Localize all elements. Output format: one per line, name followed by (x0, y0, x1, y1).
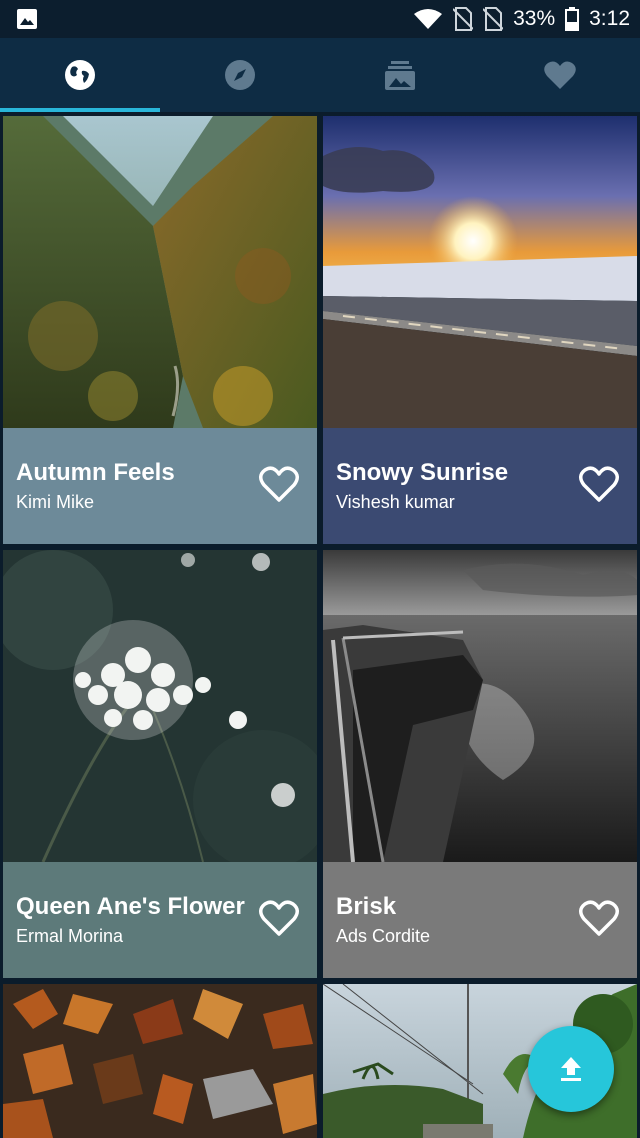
wallpaper-card[interactable] (3, 984, 317, 1138)
wallpaper-caption: Snowy Sunrise Vishesh kumar (323, 428, 637, 544)
tab-collections[interactable] (320, 38, 480, 112)
no-sim-icon (483, 7, 504, 31)
wallpaper-grid: Autumn Feels Kimi Mike Snowy Sunrise Vis… (0, 112, 640, 1138)
wallpaper-title: Autumn Feels (16, 459, 175, 486)
battery-percent: 33% (513, 7, 556, 30)
favorite-heart-icon[interactable] (577, 898, 621, 938)
wallpaper-photo[interactable] (3, 550, 317, 862)
tab-bar (0, 38, 640, 112)
wallpaper-title: Snowy Sunrise (336, 459, 509, 486)
wallpaper-card[interactable]: Brisk Ads Cordite (323, 550, 637, 978)
wallpaper-caption: Autumn Feels Kimi Mike (3, 428, 317, 544)
favorite-heart-icon[interactable] (577, 464, 621, 504)
heart-icon (544, 61, 576, 89)
wallpaper-author: Ads Cordite (336, 926, 431, 946)
wallpaper-photo[interactable] (3, 984, 317, 1138)
wallpaper-title: Queen Ane's Flower (16, 893, 245, 920)
wallpaper-title: Brisk (336, 893, 397, 920)
wallpaper-card[interactable]: Snowy Sunrise Vishesh kumar (323, 116, 637, 544)
gallery-icon (17, 9, 37, 29)
wallpaper-author: Ermal Morina (16, 926, 124, 946)
wallpaper-caption: Queen Ane's Flower Ermal Morina (3, 862, 317, 978)
collections-icon (385, 61, 415, 90)
wallpaper-card[interactable]: Queen Ane's Flower Ermal Morina (3, 550, 317, 978)
tab-discover[interactable] (160, 38, 320, 112)
compass-icon (225, 60, 255, 90)
wallpaper-author: Kimi Mike (16, 492, 95, 512)
no-sim-icon (453, 7, 474, 31)
wallpaper-photo[interactable] (323, 116, 637, 428)
clock: 3:12 (589, 7, 630, 30)
battery-icon (565, 7, 580, 31)
favorite-heart-icon[interactable] (257, 464, 301, 504)
wallpaper-photo[interactable] (3, 116, 317, 428)
upload-button[interactable] (528, 1026, 614, 1112)
wallpaper-card[interactable]: Autumn Feels Kimi Mike (3, 116, 317, 544)
upload-icon (561, 1057, 581, 1081)
tab-favorites[interactable] (480, 38, 640, 112)
status-bar: 33% 3:12 (0, 0, 640, 38)
wallpaper-photo[interactable] (323, 550, 637, 862)
wallpaper-caption: Brisk Ads Cordite (323, 862, 637, 978)
tab-explore[interactable] (0, 38, 160, 112)
globe-icon (65, 60, 95, 90)
wifi-icon (414, 9, 443, 29)
wallpaper-author: Vishesh kumar (336, 492, 455, 512)
favorite-heart-icon[interactable] (257, 898, 301, 938)
